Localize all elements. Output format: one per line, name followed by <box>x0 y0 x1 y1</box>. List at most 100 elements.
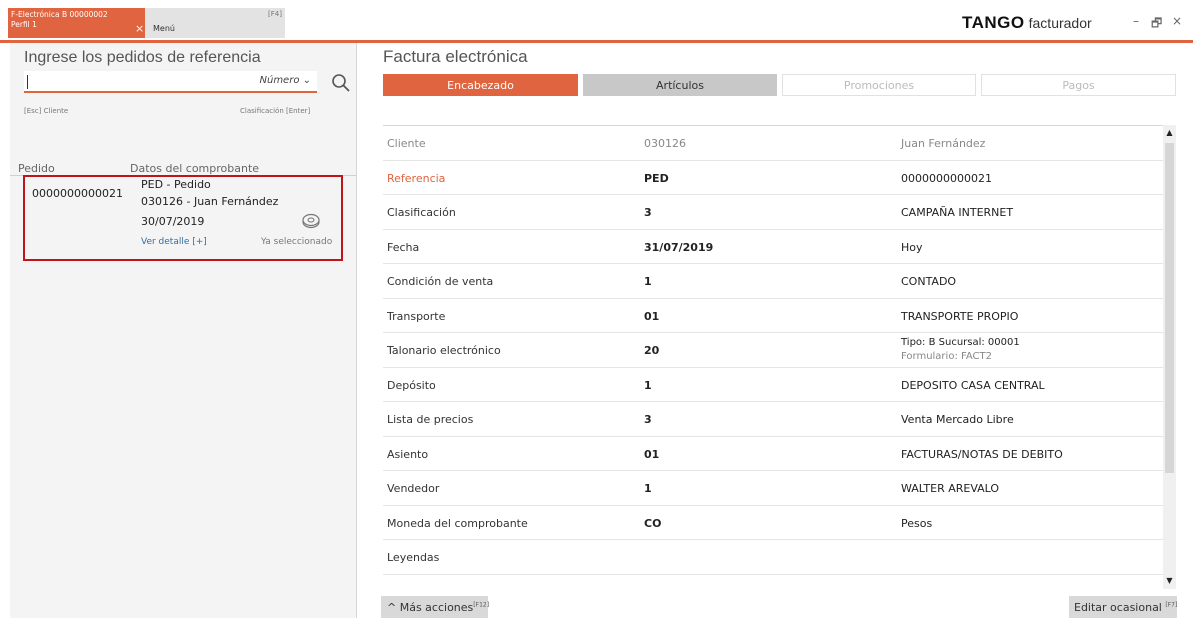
tab-menu-shortcut: [F4] <box>268 10 282 18</box>
field-label: Transporte <box>387 309 446 323</box>
field-code: 1 <box>644 482 652 495</box>
field-code: 1 <box>644 275 652 288</box>
title-bar: F-Electrónica B 00000002 Perfil 1 × Menú… <box>0 0 1193 42</box>
field-row-moneda[interactable]: Moneda del comprobante CO Pesos <box>383 505 1163 540</box>
field-label: Vendedor <box>387 482 440 495</box>
tab-factura-electronica[interactable]: F-Electrónica B 00000002 Perfil 1 × <box>8 8 145 38</box>
hint-clasificacion: Clasificación [Enter] <box>240 107 311 115</box>
scrollbar-thumb[interactable] <box>1165 143 1174 473</box>
field-row-fecha[interactable]: Fecha 31/07/2019 Hoy <box>383 229 1163 264</box>
field-description: Tipo: B Sucursal: 00001 <box>901 337 1020 348</box>
field-label: Asiento <box>387 447 429 461</box>
field-code: CO <box>644 516 662 530</box>
edit-occasional-label: Editar ocasional <box>1074 601 1162 614</box>
field-description: CONTADO <box>901 275 957 288</box>
field-description: DEPOSITO CASA CENTRAL <box>901 378 1045 392</box>
field-row-transporte[interactable]: Transporte 01 TRANSPORTE PROPIO <box>383 298 1163 333</box>
field-row-deposito[interactable]: Depósito 1 DEPOSITO CASA CENTRAL <box>383 367 1163 402</box>
column-header-pedido: Pedido <box>18 162 55 175</box>
brand-name: TANGO <box>962 13 1025 32</box>
order-number: 0000000000021 <box>32 187 123 200</box>
order-client: 030126 - Juan Fernández <box>141 195 279 208</box>
field-code: 3 <box>644 206 652 219</box>
field-label: Clasificación <box>387 206 456 219</box>
field-description: Juan Fernández <box>901 137 986 150</box>
order-search-input[interactable]: Número ⌄ <box>24 71 317 93</box>
field-row-leyendas[interactable]: Leyendas <box>383 540 1163 575</box>
field-description-secondary: Formulario: FACT2 <box>901 351 992 362</box>
scroll-down-icon[interactable]: ▼ <box>1163 573 1176 589</box>
field-label: Depósito <box>387 378 436 392</box>
field-description: Venta Mercado Libre <box>901 413 1014 426</box>
tab-menu-label: Menú <box>153 24 175 33</box>
more-actions-shortcut: [F12] <box>473 601 490 609</box>
chevron-up-icon: ^ <box>387 601 400 614</box>
field-description: WALTER AREVALO <box>901 482 1000 495</box>
tab-pagos: Pagos <box>981 74 1176 96</box>
field-row-clasificacion[interactable]: Clasificación 3 CAMPAÑA INTERNET <box>383 195 1163 230</box>
vertical-scrollbar[interactable]: ▲ ▼ <box>1163 125 1176 589</box>
restore-icon[interactable]: 🗗 <box>1151 14 1162 35</box>
field-code: 20 <box>644 344 660 357</box>
tab-title: F-Electrónica B 00000002 <box>11 10 108 19</box>
field-row-talonario[interactable]: Talonario electrónico 20 Tipo: B Sucursa… <box>383 333 1163 368</box>
order-status: Ya seleccionado <box>261 237 333 247</box>
reference-orders-panel: Ingrese los pedidos de referencia Número… <box>10 43 357 618</box>
field-code: 1 <box>644 378 652 392</box>
field-row-cliente[interactable]: Cliente 030126 Juan Fernández <box>383 126 1163 161</box>
order-type: PED - Pedido <box>141 178 211 191</box>
money-icon <box>302 213 320 229</box>
field-description: CAMPAÑA INTERNET <box>901 206 1014 219</box>
column-header-datos: Datos del comprobante <box>130 162 260 175</box>
field-row-asiento[interactable]: Asiento 01 FACTURAS/NOTAS DE DEBITO <box>383 436 1163 471</box>
field-description: FACTURAS/NOTAS DE DEBITO <box>901 447 1063 461</box>
tab-encabezado[interactable]: Encabezado <box>383 74 578 96</box>
field-label: Talonario electrónico <box>387 344 501 357</box>
brand-logo: TANGO facturador <box>962 12 1092 34</box>
tab-close-icon[interactable]: × <box>135 23 144 34</box>
order-date: 30/07/2019 <box>141 215 205 228</box>
field-description: 0000000000021 <box>901 171 992 185</box>
field-description: TRANSPORTE PROPIO <box>901 309 1019 323</box>
text-cursor <box>27 75 28 89</box>
field-label: Referencia <box>387 171 446 185</box>
field-row-condicion-venta[interactable]: Condición de venta 1 CONTADO <box>383 264 1163 299</box>
ver-detalle-link[interactable]: Ver detalle [+] <box>141 237 207 247</box>
field-label: Moneda del comprobante <box>387 516 528 530</box>
field-code: PED <box>644 171 669 185</box>
order-card-selected[interactable]: 0000000000021 PED - Pedido 030126 - Juan… <box>23 175 343 261</box>
tab-profile: Perfil 1 <box>11 20 37 29</box>
tab-articulos[interactable]: Artículos <box>583 74 777 96</box>
field-label: Lista de precios <box>387 413 474 426</box>
header-fields-grid: Cliente 030126 Juan Fernández Referencia… <box>383 125 1163 589</box>
tab-promociones: Promociones <box>782 74 976 96</box>
field-code: 31/07/2019 <box>644 240 714 254</box>
more-actions-label: Más acciones <box>399 601 474 614</box>
edit-occasional-button[interactable]: Editar ocasional [F7] <box>1069 596 1177 618</box>
field-label: Condición de venta <box>387 275 494 288</box>
field-label: Leyendas <box>387 551 440 564</box>
field-row-vendedor[interactable]: Vendedor 1 WALTER AREVALO <box>383 471 1163 506</box>
scroll-up-icon[interactable]: ▲ <box>1163 125 1176 141</box>
search-mode-dropdown[interactable]: Número ⌄ <box>260 75 312 86</box>
field-description: Hoy <box>901 240 923 254</box>
panel-title: Ingrese los pedidos de referencia <box>24 49 261 66</box>
edit-occasional-shortcut: [F7] <box>1165 601 1178 609</box>
field-code: 030126 <box>644 137 686 150</box>
hint-cliente: [Esc] Cliente <box>24 107 69 115</box>
field-row-referencia[interactable]: Referencia PED 0000000000021 <box>383 160 1163 195</box>
close-window-icon[interactable]: × <box>1172 14 1182 28</box>
minimize-icon[interactable]: – <box>1133 14 1139 28</box>
field-code: 01 <box>644 447 660 461</box>
field-code: 3 <box>644 413 652 426</box>
field-label: Cliente <box>387 137 426 150</box>
more-actions-button[interactable]: ^ Más acciones[F12] <box>381 596 490 618</box>
field-row-lista-precios[interactable]: Lista de precios 3 Venta Mercado Libre <box>383 402 1163 437</box>
search-icon[interactable] <box>331 73 351 93</box>
brand-product: facturador <box>1028 15 1092 31</box>
field-description: Pesos <box>901 516 933 530</box>
field-label: Fecha <box>387 240 420 254</box>
field-code: 01 <box>644 309 660 323</box>
page-title: Factura electrónica <box>383 47 528 66</box>
tab-menu[interactable]: Menú [F4] <box>145 8 285 38</box>
